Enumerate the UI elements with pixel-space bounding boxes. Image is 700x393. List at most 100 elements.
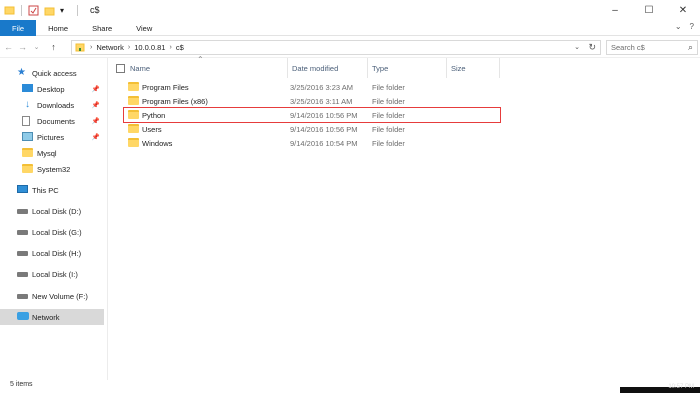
new-folder-icon[interactable] [44, 5, 55, 16]
file-date-modified: 9/14/2016 10:54 PM [290, 139, 358, 148]
tab-home[interactable]: Home [36, 20, 80, 36]
column-header-date-modified[interactable]: Date modified [292, 64, 338, 73]
this-pc-icon [17, 185, 28, 195]
sidebar-item-mysql[interactable]: Mysql [0, 145, 104, 161]
tab-share[interactable]: Share [80, 20, 124, 36]
sidebar-item-label: Mysql [37, 148, 57, 158]
column-divider[interactable] [367, 58, 368, 78]
navigation-bar: ← → ⌄ ↑ › Network › 10.0.0.81 › c$ ⌄ ↻ S… [0, 37, 700, 58]
forward-arrow-icon[interactable]: → [17, 42, 28, 52]
sidebar-item-network[interactable]: Network [0, 309, 104, 325]
column-divider[interactable] [499, 58, 500, 78]
file-row-python[interactable]: Python 9/14/2016 10:56 PM File folder [123, 107, 501, 123]
pin-icon[interactable]: 📌 [92, 101, 100, 109]
recent-locations-chevron-icon[interactable]: ⌄ [31, 43, 42, 51]
address-bar[interactable]: › Network › 10.0.0.81 › c$ ⌄ ↻ [71, 40, 601, 55]
file-type: File folder [372, 111, 405, 120]
up-arrow-icon[interactable]: ↑ [48, 42, 59, 52]
sidebar-item-label: This PC [32, 185, 59, 195]
breadcrumb-share[interactable]: c$ [176, 43, 184, 52]
file-name: Program Files (x86) [142, 97, 208, 106]
folder-icon [128, 110, 139, 119]
sidebar-item-label: Downloads [37, 100, 75, 110]
item-count: 5 items [10, 381, 33, 388]
sort-ascending-icon: ⌃ [197, 55, 204, 64]
folder-icon [128, 124, 139, 133]
drive-icon [17, 291, 28, 301]
file-row-users[interactable]: Users 9/14/2016 10:56 PM File folder [124, 122, 500, 136]
desktop-icon [22, 84, 33, 94]
sidebar-item-quick-access[interactable]: ★ Quick access [0, 65, 104, 81]
sidebar-item-label: Quick access [32, 68, 77, 78]
select-all-checkbox[interactable] [116, 64, 125, 73]
sidebar-item-label: Network [32, 312, 60, 322]
file-date-modified: 9/14/2016 10:56 PM [290, 125, 358, 134]
column-divider[interactable] [287, 58, 288, 78]
pictures-icon [22, 132, 33, 142]
breadcrumb-chevron-icon: › [127, 44, 131, 51]
sidebar-item-label: Local Disk (G:) [32, 227, 82, 237]
sidebar-item-downloads[interactable]: ↓ Downloads 📌 [0, 97, 104, 113]
tab-file[interactable]: File [0, 20, 37, 36]
column-header-size[interactable]: Size [451, 64, 466, 73]
breadcrumb-chevron-icon: › [169, 44, 172, 51]
sidebar-item-label: Local Disk (H:) [32, 248, 82, 258]
properties-icon[interactable] [28, 5, 39, 16]
sidebar-item-desktop[interactable]: Desktop 📌 [0, 81, 104, 97]
expand-ribbon-icon[interactable]: ⌄ [675, 22, 682, 31]
sidebar-item-documents[interactable]: Documents 📌 [0, 113, 104, 129]
file-list: ⌃ Name Date modified Type Size Program F… [108, 55, 700, 380]
file-date-modified: 3/25/2016 3:23 AM [290, 83, 353, 92]
help-icon[interactable]: ? [690, 22, 694, 31]
drive-icon [17, 269, 28, 279]
column-header-type[interactable]: Type [372, 64, 388, 73]
minimize-button[interactable]: – [598, 0, 632, 20]
column-header-name[interactable]: Name [130, 64, 150, 73]
breadcrumb-network[interactable]: Network [96, 43, 124, 52]
sidebar-item-pictures[interactable]: Pictures 📌 [0, 129, 104, 145]
quick-access-toolbar: ▾ [0, 0, 84, 20]
taskbar-clock[interactable]: 10:57 PM [668, 384, 694, 390]
back-arrow-icon[interactable]: ← [3, 42, 14, 52]
sidebar-item-this-pc[interactable]: This PC [0, 182, 104, 198]
file-type: File folder [372, 83, 405, 92]
close-button[interactable]: ✕ [666, 0, 700, 20]
maximize-button[interactable]: ☐ [632, 0, 666, 20]
file-row-windows[interactable]: Windows 9/14/2016 10:54 PM File folder [124, 136, 500, 150]
sidebar-item-label: Desktop [37, 84, 65, 94]
network-icon [17, 312, 29, 322]
window-controls: – ☐ ✕ [598, 0, 700, 20]
sidebar-item-local-disk-h[interactable]: Local Disk (H:) [0, 245, 104, 261]
column-divider[interactable] [446, 58, 447, 78]
file-row-program-files-x86[interactable]: Program Files (x86) 3/25/2016 3:11 AM Fi… [124, 94, 500, 108]
file-type: File folder [372, 125, 405, 134]
customize-toolbar-icon[interactable]: ▾ [60, 5, 71, 16]
breadcrumb-chevron-icon: › [90, 44, 93, 51]
folder-icon [128, 138, 139, 147]
sidebar-item-label: Local Disk (D:) [32, 206, 82, 216]
file-type: File folder [372, 139, 405, 148]
sidebar-item-local-disk-d[interactable]: Local Disk (D:) [0, 203, 104, 219]
drive-icon [17, 248, 28, 258]
sidebar-item-system32[interactable]: System32 [0, 161, 104, 177]
search-input[interactable]: Search c$ ⌕ [606, 40, 698, 55]
sidebar-item-new-volume-f[interactable]: New Volume (F:) [0, 288, 104, 304]
refresh-icon[interactable]: ↻ [588, 42, 596, 53]
breadcrumb-host[interactable]: 10.0.0.81 [134, 43, 165, 52]
sidebar-item-label: Documents [37, 116, 75, 126]
address-dropdown-icon[interactable]: ⌄ [574, 43, 580, 51]
folder-icon [128, 96, 139, 105]
sidebar-item-local-disk-i[interactable]: Local Disk (I:) [0, 266, 104, 282]
ribbon-right-controls: ⌄ ? [675, 22, 694, 31]
tab-view[interactable]: View [124, 20, 164, 36]
documents-icon [22, 116, 32, 126]
pin-icon[interactable]: 📌 [92, 117, 100, 125]
title-bar: ▾ c$ – ☐ ✕ [0, 0, 700, 20]
file-row-program-files[interactable]: Program Files 3/25/2016 3:23 AM File fol… [124, 80, 500, 94]
pin-icon[interactable]: 📌 [92, 85, 100, 93]
sidebar-item-local-disk-g[interactable]: Local Disk (G:) [0, 224, 104, 240]
explorer-window-icon [4, 5, 15, 16]
ribbon-tabs: File Home Share View ⌄ ? [0, 20, 700, 36]
sidebar-item-label: New Volume (F:) [32, 291, 88, 301]
pin-icon[interactable]: 📌 [92, 133, 100, 141]
